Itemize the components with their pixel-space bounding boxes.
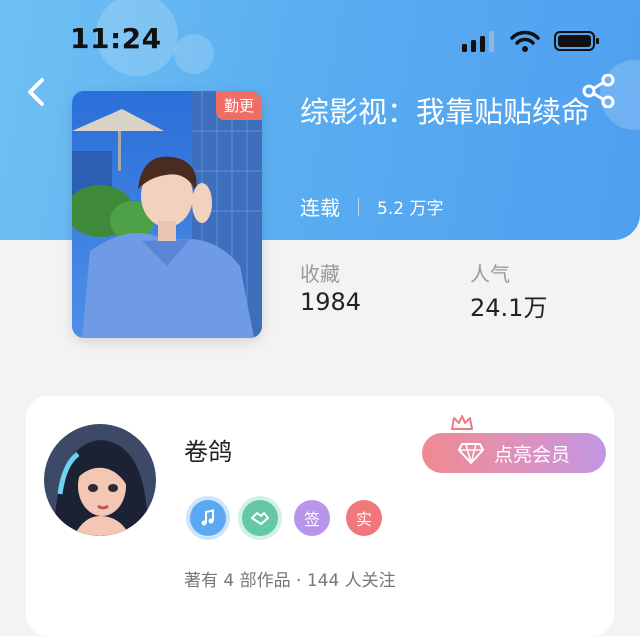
author-name: 卷鸽 <box>184 438 232 466</box>
book-meta: 连载 5.2 万字 <box>300 192 443 221</box>
status-time: 11:24 <box>70 22 162 55</box>
decor-bubble <box>174 34 214 74</box>
status-icons <box>462 30 600 52</box>
update-badge: 勤更 <box>215 91 262 120</box>
verified-badge[interactable]: 实 <box>346 500 382 536</box>
music-note-icon[interactable] <box>190 500 226 536</box>
meta-divider <box>358 197 359 216</box>
vip-button-label: 点亮会员 <box>493 443 570 466</box>
diamond-icon <box>457 443 484 464</box>
author-avatar[interactable] <box>44 424 156 536</box>
vip-button[interactable]: 点亮会员 <box>422 433 606 473</box>
wifi-icon <box>510 30 540 52</box>
handshake-icon[interactable] <box>242 500 278 536</box>
book-cover[interactable]: 勤更 <box>72 91 262 338</box>
word-count: 5.2 万字 <box>377 199 444 219</box>
author-badges: 签 实 <box>190 500 382 536</box>
author-stats: 著有 4 部作品 · 144 人关注 <box>184 571 396 591</box>
popularity-value: 24.1万 <box>470 294 548 322</box>
cover-image <box>72 91 262 338</box>
crown-icon <box>451 415 473 430</box>
avatar-image <box>44 424 156 536</box>
signal-icon <box>462 31 494 52</box>
book-title: 综影视：我靠贴贴续命 <box>300 95 591 129</box>
back-icon[interactable] <box>22 74 52 110</box>
favorites-label: 收藏 <box>300 262 340 286</box>
battery-icon <box>554 31 599 51</box>
favorites-value: 1984 <box>300 288 362 316</box>
signed-badge[interactable]: 签 <box>294 500 330 536</box>
popularity-label: 人气 <box>470 262 510 286</box>
serial-status: 连载 <box>300 196 340 220</box>
